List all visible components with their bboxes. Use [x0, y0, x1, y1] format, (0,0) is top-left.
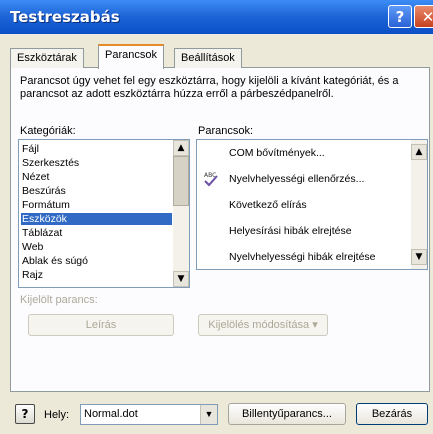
- commands-scrollbar[interactable]: ▲ ▼: [411, 140, 427, 269]
- category-item[interactable]: Szerkesztés: [21, 157, 172, 169]
- tab-toolbars[interactable]: Eszköztárak: [10, 48, 84, 68]
- command-item[interactable]: Következő elírás: [201, 192, 411, 218]
- command-item[interactable]: ABC Nyelvhelyességi ellenőrzés...: [201, 166, 411, 192]
- save-in-value: Normal.dot: [84, 408, 138, 420]
- category-item[interactable]: Rajz: [21, 269, 172, 281]
- spellcheck-icon: ABC: [201, 166, 221, 192]
- close-title-button[interactable]: ✕: [414, 5, 433, 28]
- category-item[interactable]: Ablak és súgó: [21, 255, 172, 267]
- describe-button[interactable]: Leírás: [28, 314, 174, 336]
- command-label: Helyesírási hibák elrejtése: [229, 225, 352, 237]
- categories-list[interactable]: Fájl Szerkesztés Nézet Beszúrás Formátum…: [18, 139, 190, 288]
- blank-icon: [201, 218, 221, 244]
- category-item[interactable]: Beszúrás: [21, 185, 172, 197]
- window-title: Testreszabás: [10, 8, 120, 26]
- scroll-down-icon[interactable]: ▼: [173, 271, 189, 287]
- tab-commands[interactable]: Parancsok: [98, 44, 164, 69]
- category-item[interactable]: Formátum: [21, 199, 172, 211]
- customize-dialog: Testreszabás ? ✕ Eszköztárak Parancsok B…: [0, 0, 433, 434]
- command-item[interactable]: Helyesírási hibák elrejtése: [201, 218, 411, 244]
- blank-icon: [201, 140, 221, 166]
- save-in-combo[interactable]: Normal.dot ▼: [80, 404, 218, 425]
- chevron-down-icon[interactable]: ▼: [200, 405, 217, 424]
- category-item[interactable]: Web: [21, 241, 172, 253]
- blank-icon: [201, 192, 221, 218]
- close-button[interactable]: Bezárás: [356, 403, 428, 425]
- scroll-down-icon[interactable]: ▼: [411, 249, 427, 265]
- command-label: Nyelvhelyességi ellenőrzés...: [229, 173, 365, 185]
- category-item-selected[interactable]: Eszközök: [21, 213, 172, 225]
- categories-scrollbar[interactable]: ▲ ▼: [173, 140, 189, 287]
- tab-options[interactable]: Beállítások: [174, 48, 242, 68]
- commands-list[interactable]: COM bővítmények... ABC Nyelvhelyességi e…: [196, 139, 428, 270]
- modify-selection-button[interactable]: Kijelölés módosítása ▾: [198, 314, 328, 336]
- scroll-up-icon[interactable]: ▲: [173, 140, 189, 156]
- command-item[interactable]: Nyelvhelyességi hibák elrejtése: [201, 244, 411, 269]
- selected-command-label: Kijelölt parancs:: [20, 294, 98, 306]
- keyboard-button[interactable]: Billentyűparancs...: [228, 403, 346, 425]
- title-bar[interactable]: Testreszabás ? ✕: [0, 0, 433, 34]
- save-in-label: Hely:: [44, 409, 70, 421]
- command-label: COM bővítmények...: [229, 147, 325, 159]
- category-item[interactable]: Fájl: [21, 143, 172, 155]
- command-label: Nyelvhelyességi hibák elrejtése: [229, 251, 376, 263]
- instructions-text: Parancsot úgy vehet fel egy eszköztárra,…: [20, 75, 399, 100]
- help-button[interactable]: ?: [15, 404, 35, 424]
- command-item[interactable]: COM bővítmények...: [201, 140, 411, 166]
- blank-icon: [201, 244, 221, 269]
- category-item[interactable]: Nézet: [21, 171, 172, 183]
- commands-label: Parancsok:: [198, 125, 254, 137]
- command-label: Következő elírás: [229, 199, 307, 211]
- help-title-button[interactable]: ?: [388, 5, 412, 28]
- category-item[interactable]: Táblázat: [21, 227, 172, 239]
- categories-label: Kategóriák:: [20, 125, 76, 137]
- scroll-thumb[interactable]: [173, 156, 189, 206]
- scroll-up-icon[interactable]: ▲: [411, 144, 427, 160]
